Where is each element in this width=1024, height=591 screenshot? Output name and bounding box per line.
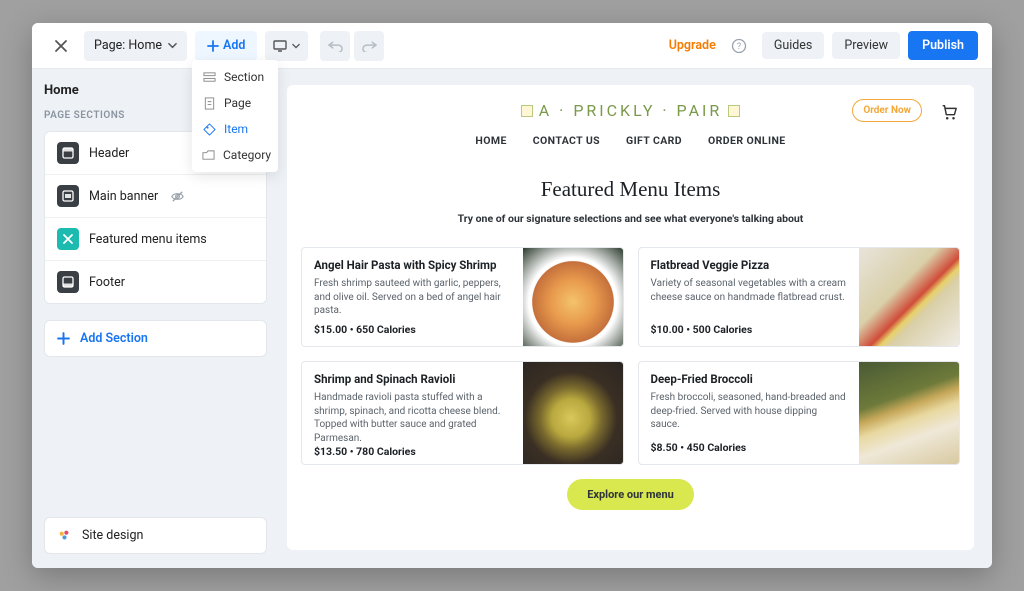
section-main-banner[interactable]: Main banner bbox=[45, 175, 266, 218]
menu-card[interactable]: Shrimp and Spinach Ravioli Handmade ravi… bbox=[301, 361, 624, 465]
menu-card[interactable]: Angel Hair Pasta with Spicy Shrimp Fresh… bbox=[301, 247, 624, 347]
card-desc: Fresh broccoli, seasoned, hand-breaded a… bbox=[651, 391, 848, 432]
section-label: Header bbox=[89, 146, 129, 161]
svg-text:?: ? bbox=[737, 42, 741, 52]
app-window: Page: Home Add Upgrade ? Guides Preview … bbox=[32, 23, 992, 568]
card-desc: Handmade ravioli pasta stuffed with a sh… bbox=[314, 391, 511, 445]
add-menu-section[interactable]: Section bbox=[192, 64, 278, 90]
card-desc: Fresh shrimp sauteed with garlic, pepper… bbox=[314, 277, 511, 318]
card-image bbox=[523, 248, 623, 346]
preview-area: A · PRICKLY · PAIR Order Now HOME CONTAC… bbox=[279, 69, 992, 568]
palette-icon bbox=[57, 528, 72, 543]
site-nav: HOME CONTACT US GIFT CARD ORDER ONLINE bbox=[475, 134, 785, 147]
desktop-icon bbox=[273, 40, 289, 52]
undo-button[interactable] bbox=[320, 31, 350, 61]
section-featured-items[interactable]: Featured menu items bbox=[45, 218, 266, 261]
add-menu-item[interactable]: Item bbox=[192, 116, 278, 142]
card-image bbox=[859, 362, 959, 464]
site-header: A · PRICKLY · PAIR Order Now bbox=[301, 101, 960, 120]
card-title: Flatbread Veggie Pizza bbox=[651, 258, 848, 272]
preview-button[interactable]: Preview bbox=[832, 32, 900, 59]
menu-card[interactable]: Deep-Fried Broccoli Fresh broccoli, seas… bbox=[638, 361, 961, 465]
card-title: Deep-Fried Broccoli bbox=[651, 372, 848, 386]
add-menu-label: Category bbox=[223, 148, 271, 162]
site-preview[interactable]: A · PRICKLY · PAIR Order Now HOME CONTAC… bbox=[287, 85, 974, 550]
card-desc: Variety of seasonal vegetables with a cr… bbox=[651, 277, 848, 304]
folder-icon bbox=[202, 148, 215, 162]
page-selector[interactable]: Page: Home bbox=[84, 31, 187, 61]
tag-icon bbox=[202, 122, 216, 136]
body: Home PAGE SECTIONS Header Main banner Fe… bbox=[32, 69, 992, 568]
menu-cards: Angel Hair Pasta with Spicy Shrimp Fresh… bbox=[301, 247, 960, 465]
topbar: Page: Home Add Upgrade ? Guides Preview … bbox=[32, 23, 992, 69]
featured-title: Featured Menu Items bbox=[541, 177, 721, 202]
add-menu-label: Item bbox=[224, 122, 248, 136]
add-menu-category[interactable]: Category bbox=[192, 142, 278, 168]
card-meta: $13.50 • 780 Calories bbox=[314, 445, 511, 458]
logo-text: A · PRICKLY · PAIR bbox=[539, 101, 722, 120]
chevron-down-icon bbox=[168, 41, 177, 50]
section-label: Featured menu items bbox=[89, 232, 207, 247]
section-label: Main banner bbox=[89, 189, 158, 204]
banner-icon bbox=[57, 185, 79, 207]
redo-button[interactable] bbox=[354, 31, 384, 61]
footer-icon bbox=[57, 271, 79, 293]
section-icon bbox=[202, 70, 216, 84]
card-meta: $15.00 • 650 Calories bbox=[314, 323, 511, 336]
upgrade-link[interactable]: Upgrade bbox=[669, 38, 716, 53]
nav-home[interactable]: HOME bbox=[475, 134, 506, 147]
nav-gift-card[interactable]: GIFT CARD bbox=[626, 134, 682, 147]
add-button[interactable]: Add bbox=[195, 31, 257, 61]
explore-menu-button[interactable]: Explore our menu bbox=[567, 479, 694, 510]
logo-ornament-left bbox=[521, 105, 533, 117]
section-footer[interactable]: Footer bbox=[45, 261, 266, 303]
help-button[interactable]: ? bbox=[724, 31, 754, 61]
help-icon: ? bbox=[731, 38, 747, 54]
site-design-button[interactable]: Site design bbox=[44, 517, 267, 554]
site-design-label: Site design bbox=[82, 528, 143, 543]
redo-icon bbox=[362, 40, 377, 52]
nav-order-online[interactable]: ORDER ONLINE bbox=[708, 134, 786, 147]
page-selector-label: Page: Home bbox=[94, 38, 162, 53]
plus-icon bbox=[57, 332, 70, 345]
add-menu-label: Section bbox=[224, 70, 264, 84]
guides-button[interactable]: Guides bbox=[762, 32, 825, 59]
site-logo[interactable]: A · PRICKLY · PAIR bbox=[521, 101, 740, 120]
menu-card[interactable]: Flatbread Veggie Pizza Variety of season… bbox=[638, 247, 961, 347]
hidden-icon bbox=[170, 189, 185, 204]
add-dropdown: Section Page Item Category bbox=[192, 60, 278, 172]
logo-ornament-right bbox=[728, 105, 740, 117]
card-title: Angel Hair Pasta with Spicy Shrimp bbox=[314, 258, 511, 272]
add-section-button[interactable]: Add Section bbox=[44, 320, 267, 357]
publish-button[interactable]: Publish bbox=[908, 31, 978, 60]
card-meta: $10.00 • 500 Calories bbox=[651, 323, 848, 336]
nav-contact[interactable]: CONTACT US bbox=[533, 134, 600, 147]
featured-icon bbox=[57, 228, 79, 250]
close-button[interactable] bbox=[46, 31, 76, 61]
chevron-down-icon bbox=[292, 42, 300, 50]
card-image bbox=[523, 362, 623, 464]
add-menu-label: Page bbox=[224, 96, 251, 110]
plus-icon bbox=[207, 40, 219, 52]
card-image bbox=[859, 248, 959, 346]
header-icon bbox=[57, 142, 79, 164]
history-controls bbox=[320, 31, 384, 61]
cart-icon[interactable] bbox=[940, 103, 958, 121]
undo-icon bbox=[328, 40, 343, 52]
add-button-label: Add bbox=[223, 38, 245, 53]
card-title: Shrimp and Spinach Ravioli bbox=[314, 372, 511, 386]
featured-subtitle: Try one of our signature selections and … bbox=[458, 212, 804, 225]
order-now-button[interactable]: Order Now bbox=[852, 99, 922, 122]
device-preview-button[interactable] bbox=[265, 31, 308, 61]
add-section-label: Add Section bbox=[80, 331, 148, 346]
section-label: Footer bbox=[89, 275, 125, 290]
card-meta: $8.50 • 450 Calories bbox=[651, 441, 848, 454]
page-icon bbox=[202, 96, 216, 110]
add-menu-page[interactable]: Page bbox=[192, 90, 278, 116]
